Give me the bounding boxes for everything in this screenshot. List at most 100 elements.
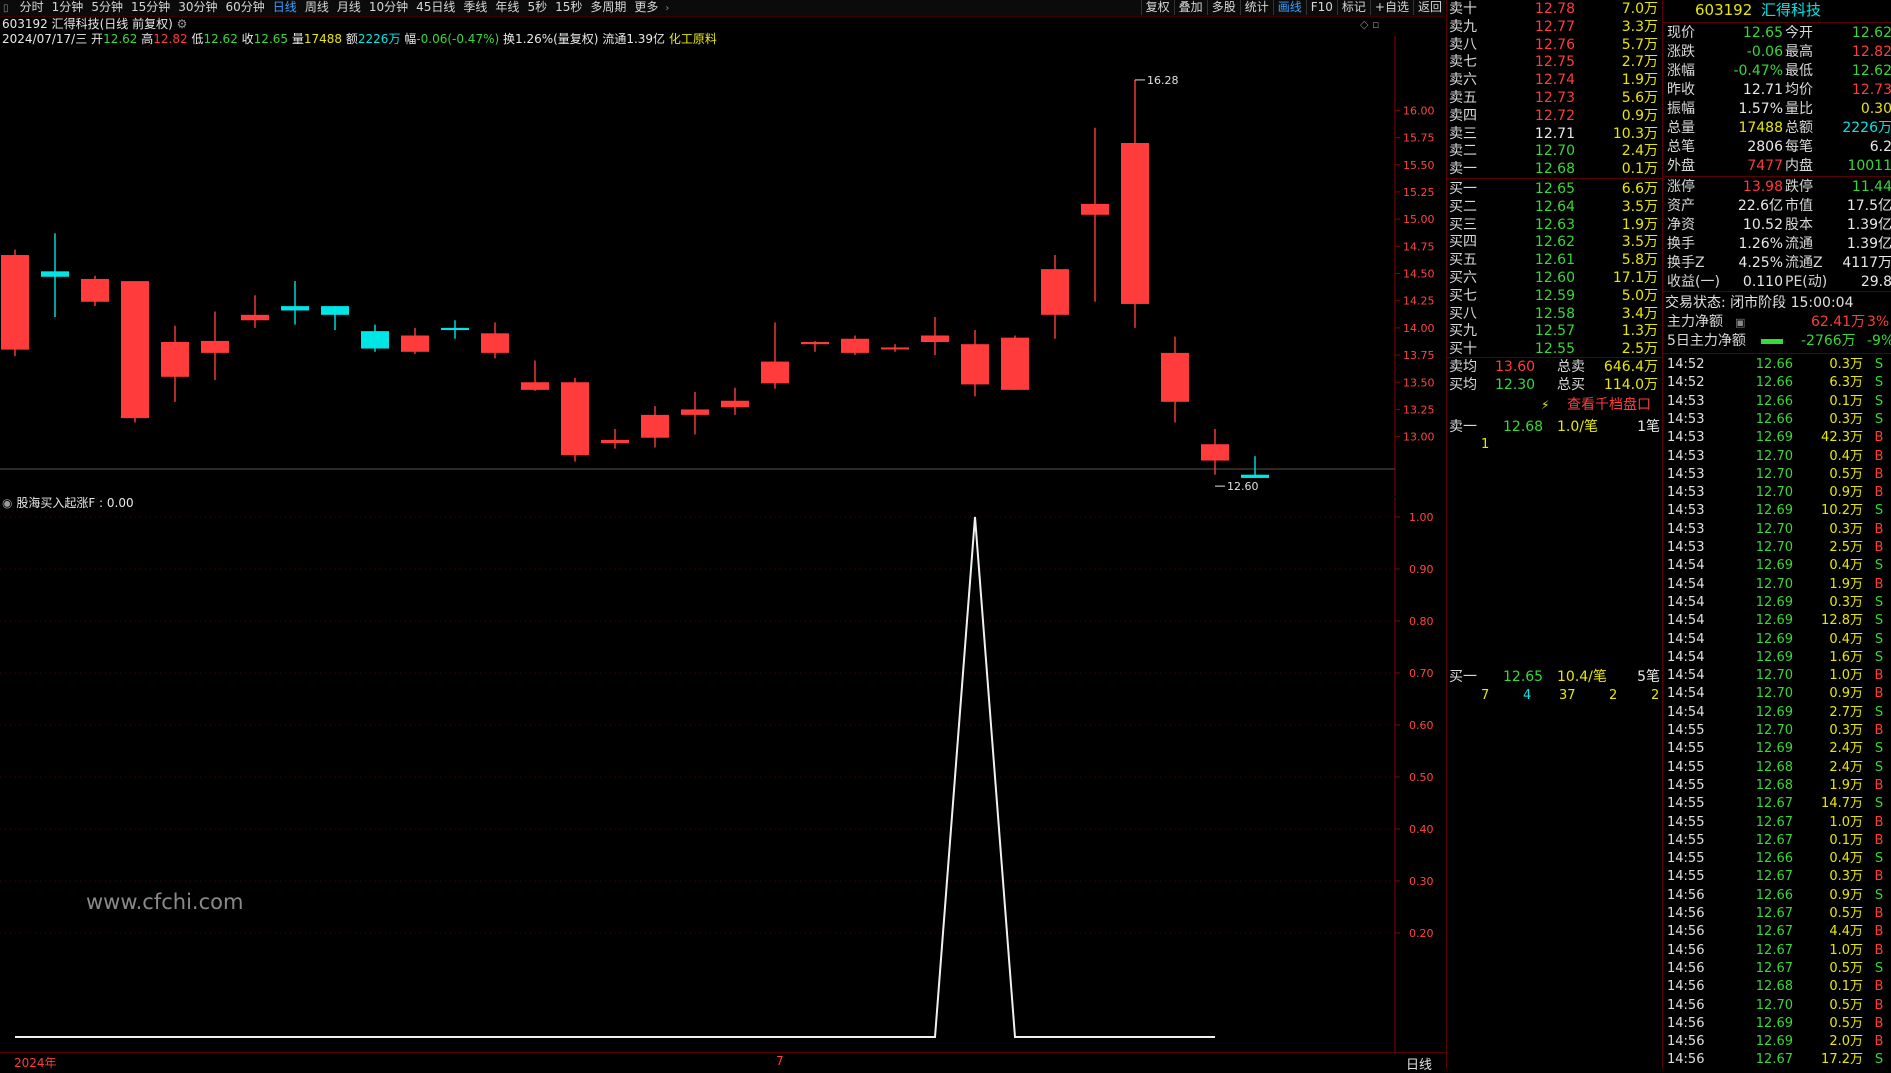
tool-button-5[interactable]: F10 — [1305, 0, 1337, 15]
tool-button-1[interactable]: 叠加 — [1173, 0, 1207, 15]
candle-body — [961, 344, 989, 385]
period-label[interactable]: 日线 — [1406, 1054, 1432, 1073]
bid-row[interactable]: 买七 12.59 5.0万 — [1447, 287, 1662, 305]
restore-icon[interactable]: ▫ — [1372, 18, 1379, 31]
tool-button-4[interactable]: 画线 — [1272, 0, 1306, 15]
bid-row[interactable]: 买三 12.63 1.9万 — [1447, 216, 1662, 234]
period-tab-12[interactable]: 年线 — [491, 0, 523, 15]
period-tab-10[interactable]: 45日线 — [412, 0, 459, 15]
tick-row: 14:54 12.69 0.4万 S — [1667, 631, 1884, 647]
bid-row[interactable]: 买四 12.62 3.5万 — [1447, 233, 1662, 251]
quote-row: 现价 12.65 今开 12.62 — [1667, 25, 1891, 41]
tick-row: 14:52 12.66 6.3万 S — [1667, 375, 1884, 391]
sell-avg-row: 卖均 13.60 总卖 646.4万 — [1449, 359, 1658, 375]
stock-code: 603192 — [1695, 1, 1753, 19]
period-tab-1[interactable]: 1分钟 — [48, 0, 88, 15]
tool-button-6[interactable]: 标记 — [1336, 0, 1370, 15]
period-tab-11[interactable]: 季线 — [459, 0, 491, 15]
quote-row: 换手Z 4.25% 流通Z 4117万 — [1667, 255, 1891, 271]
candlestick-chart[interactable]: 16.00 15.75 15.50 15.25 15.00 14.75 14.50 14.25… — [0, 36, 1446, 496]
candle-body — [841, 338, 869, 353]
tool-button-8[interactable]: 返回 — [1412, 0, 1446, 15]
diamond-icon[interactable]: ◇ — [1360, 18, 1368, 31]
candle-body — [1121, 143, 1149, 304]
ask-row[interactable]: 卖三 12.71 10.3万 — [1447, 125, 1662, 143]
view-level-button[interactable]: 查看千档盘口 — [1567, 396, 1651, 414]
ask-row[interactable]: 卖四 12.72 0.9万 — [1447, 107, 1662, 125]
period-tab-16[interactable]: 更多 — [630, 0, 662, 15]
period-tab-14[interactable]: 15秒 — [551, 0, 586, 15]
ask-row[interactable]: 卖八 12.76 5.7万 — [1447, 36, 1662, 54]
stock-name[interactable]: 汇得科技 — [1761, 1, 1821, 20]
candle-body — [801, 342, 829, 345]
trade-status: 交易状态: 闭市阶段 15:00:04 — [1665, 295, 1854, 311]
ask-row[interactable]: 卖十 12.78 7.0万 — [1447, 0, 1662, 18]
bid-row[interactable]: 买十 12.55 2.5万 — [1447, 340, 1662, 358]
settings-gear-icon[interactable]: ⚙ — [177, 17, 188, 31]
period-tab-15[interactable]: 多周期 — [586, 0, 630, 15]
quote-row: 总量 17488 总额 2226万 — [1667, 120, 1891, 136]
quote-row: 振幅 1.57% 量比 0.30 — [1667, 101, 1891, 117]
bid-row[interactable]: 买八 12.58 3.4万 — [1447, 305, 1662, 323]
quote-row: 换手 1.26% 流通 1.39亿 — [1667, 236, 1891, 252]
tick-row: 14:56 12.69 2.0万 B — [1667, 1034, 1884, 1050]
stock-title-text: 603192 汇得科技(日线 前复权) — [2, 17, 173, 31]
indicator-tick-label: 0.20 — [1409, 927, 1434, 940]
tick-row: 14:56 12.70 0.5万 B — [1667, 997, 1884, 1013]
bid-row[interactable]: 买六 12.60 17.1万 — [1447, 269, 1662, 287]
period-tab-2[interactable]: 5分钟 — [87, 0, 127, 15]
tick-row: 14:56 12.68 0.1万 B — [1667, 979, 1884, 995]
price-tick-label: 14.50 — [1403, 268, 1435, 281]
bid-row[interactable]: 买九 12.57 1.3万 — [1447, 322, 1662, 340]
buy1-detail-row: 买一 12.65 10.4/笔 5笔 — [1449, 669, 1660, 685]
bid-row[interactable]: 买一 12.65 6.6万 — [1447, 180, 1662, 198]
candle-body — [1241, 474, 1269, 478]
tool-button-3[interactable]: 统计 — [1239, 0, 1273, 15]
buy-avg-row: 买均 12.30 总买 114.0万 — [1449, 377, 1658, 393]
period-tab-6[interactable]: 日线 — [269, 0, 301, 15]
period-tab-7[interactable]: 周线 — [301, 0, 333, 15]
period-tab-3[interactable]: 15分钟 — [127, 0, 174, 15]
tick-row: 14:53 12.70 0.9万 B — [1667, 485, 1884, 501]
period-tab-9[interactable]: 10分钟 — [365, 0, 412, 15]
period-tab-4[interactable]: 30分钟 — [174, 0, 221, 15]
candle-body — [1201, 444, 1229, 461]
x-axis: 2024年 7 日线 — [0, 1052, 1446, 1073]
price-tick-label: 13.00 — [1403, 431, 1435, 444]
bid-row[interactable]: 买二 12.64 3.5万 — [1447, 198, 1662, 216]
tick-row: 14:53 12.70 0.4万 B — [1667, 448, 1884, 464]
indicator-chart[interactable]: 1.00 0.90 0.80 0.70 0.60 0.50 0.40 0.30 0.20 — [0, 497, 1446, 1057]
tick-row: 14:55 12.67 0.1万 B — [1667, 832, 1884, 848]
tool-button-7[interactable]: +自选 — [1369, 0, 1413, 15]
tool-button-0[interactable]: 复权 — [1140, 0, 1174, 15]
info-icon[interactable]: ▣ — [1735, 313, 1745, 332]
period-tab-5[interactable]: 60分钟 — [222, 0, 269, 15]
x-axis-month: 7 — [776, 1054, 784, 1068]
bid-row[interactable]: 买五 12.61 5.8万 — [1447, 251, 1662, 269]
tick-row: 14:53 12.66 0.3万 S — [1667, 411, 1884, 427]
price-tick-label: 13.25 — [1403, 403, 1435, 416]
period-tab-8[interactable]: 月线 — [333, 0, 365, 15]
indicator-tick-label: 0.30 — [1409, 875, 1434, 888]
period-tab-13[interactable]: 5秒 — [523, 0, 551, 15]
period-tab-0[interactable]: 分时 — [16, 0, 48, 15]
ask-row[interactable]: 卖九 12.77 3.3万 — [1447, 18, 1662, 36]
ask-row[interactable]: 卖六 12.74 1.9万 — [1447, 71, 1662, 89]
tick-row: 14:54 12.69 2.7万 S — [1667, 704, 1884, 720]
book-divider — [1447, 178, 1662, 179]
tick-row: 14:54 12.70 1.0万 B — [1667, 668, 1884, 684]
menu-button[interactable]: ▯ — [0, 3, 12, 14]
ask-row[interactable]: 卖五 12.73 5.6万 — [1447, 89, 1662, 107]
candle-body — [161, 342, 189, 377]
sell1-orders: 1 — [1481, 437, 1490, 452]
ask-row[interactable]: 卖七 12.75 2.7万 — [1447, 53, 1662, 71]
tick-row: 14:53 12.66 0.1万 S — [1667, 393, 1884, 409]
ask-row[interactable]: 卖一 12.68 0.1万 — [1447, 160, 1662, 178]
chevron-right-icon[interactable]: › — [662, 3, 672, 14]
indicator-tick-label: 0.40 — [1409, 823, 1434, 836]
tool-button-2[interactable]: 多股 — [1206, 0, 1240, 15]
candle-body — [561, 382, 589, 456]
tick-row: 14:56 12.66 0.9万 S — [1667, 887, 1884, 903]
ask-row[interactable]: 卖二 12.70 2.4万 — [1447, 142, 1662, 160]
price-tick-label: 16.00 — [1403, 104, 1435, 117]
